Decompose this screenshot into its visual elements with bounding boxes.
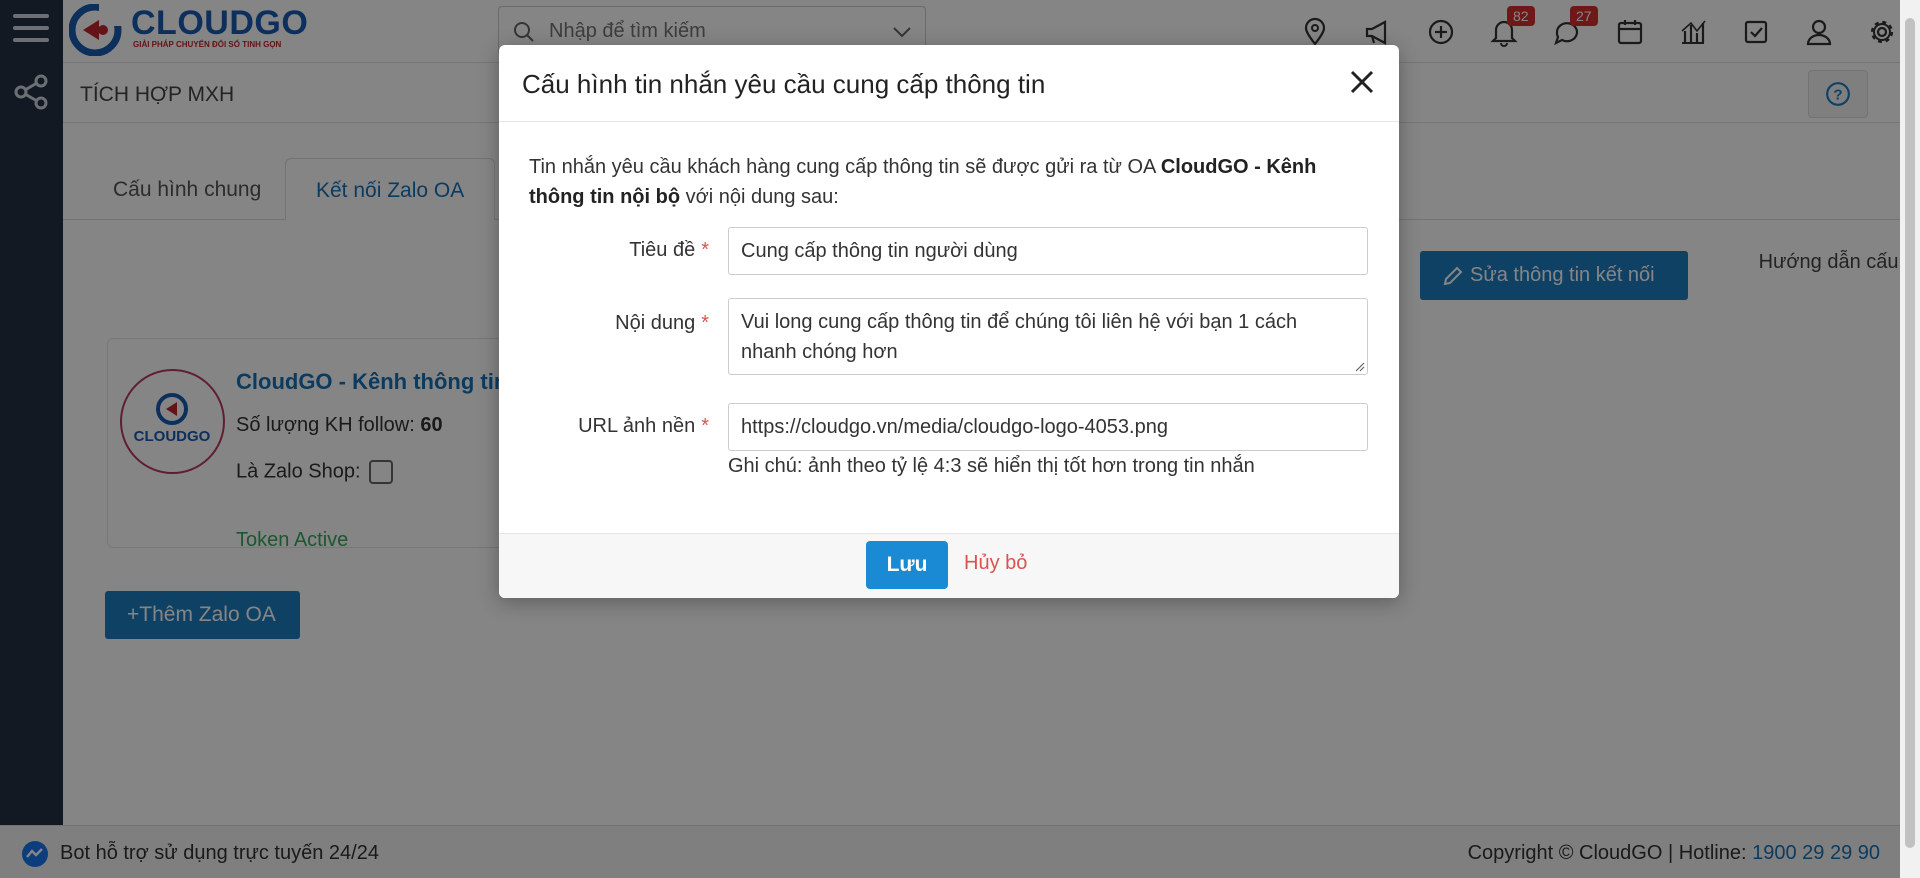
intro-prefix: Tin nhắn yêu cầu khách hàng cung cấp thô… — [529, 156, 1156, 178]
content-textarea[interactable]: Vui long cung cấp thông tin để chúng tôi… — [728, 298, 1368, 375]
save-button[interactable]: Lưu — [866, 541, 948, 589]
scrollbar-thumb[interactable] — [1905, 18, 1915, 848]
modal-intro: Tin nhắn yêu cầu khách hàng cung cấp thô… — [529, 152, 1374, 212]
modal-header: Cấu hình tin nhắn yêu cầu cung cấp thông… — [499, 45, 1399, 122]
info-request-config-modal: Cấu hình tin nhắn yêu cầu cung cấp thông… — [499, 45, 1399, 598]
title-label: Tiêu đề * — [629, 239, 709, 261]
cancel-button[interactable]: Hủy bỏ — [964, 552, 1027, 575]
url-label: URL ảnh nền * — [578, 415, 709, 437]
title-input[interactable]: Cung cấp thông tin người dùng — [728, 227, 1368, 275]
image-ratio-note: Ghi chú: ảnh theo tỷ lệ 4:3 sẽ hiển thị … — [728, 455, 1255, 477]
resize-handle-icon[interactable] — [1353, 360, 1365, 372]
modal-footer: Lưu Hủy bỏ — [499, 533, 1399, 598]
content-text: Vui long cung cấp thông tin để chúng tôi… — [741, 311, 1298, 363]
modal-title: Cấu hình tin nhắn yêu cầu cung cấp thông… — [522, 69, 1046, 99]
page-scrollbar[interactable] — [1900, 0, 1920, 878]
url-input[interactable]: https://cloudgo.vn/media/cloudgo-logo-40… — [728, 403, 1368, 451]
content-label: Nội dung * — [615, 312, 709, 334]
intro-suffix: với nội dung sau: — [685, 186, 839, 208]
close-icon[interactable] — [1347, 67, 1377, 97]
